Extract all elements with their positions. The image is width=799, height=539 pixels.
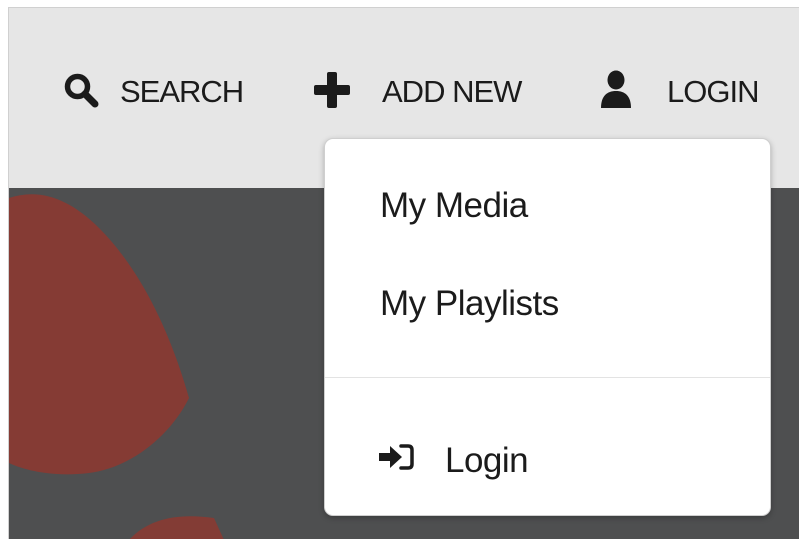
search-nav-button[interactable]: SEARCH [63, 70, 244, 114]
menu-item-my-media[interactable]: My Media [325, 175, 770, 237]
login-nav-label: LOGIN [667, 74, 759, 109]
menu-item-login[interactable]: Login [325, 430, 770, 492]
search-nav-label: SEARCH [120, 74, 244, 109]
add-new-nav-label: ADD NEW [382, 74, 522, 109]
menu-item-label: Login [445, 441, 529, 480]
add-new-nav-button[interactable]: ADD NEW [312, 70, 522, 115]
plus-icon [312, 70, 352, 115]
sign-in-icon [377, 441, 415, 481]
menu-item-my-playlists[interactable]: My Playlists [325, 273, 770, 335]
app-frame: SEARCH ADD NEW LOGIN My Media My Playlis… [8, 7, 799, 539]
menu-item-label: My Playlists [380, 284, 559, 323]
search-icon [63, 72, 99, 113]
user-dropdown-menu: My Media My Playlists Login [324, 138, 771, 516]
user-icon [599, 70, 633, 115]
menu-item-label: My Media [380, 186, 528, 225]
menu-divider [325, 377, 770, 378]
login-nav-button[interactable]: LOGIN [599, 70, 759, 115]
